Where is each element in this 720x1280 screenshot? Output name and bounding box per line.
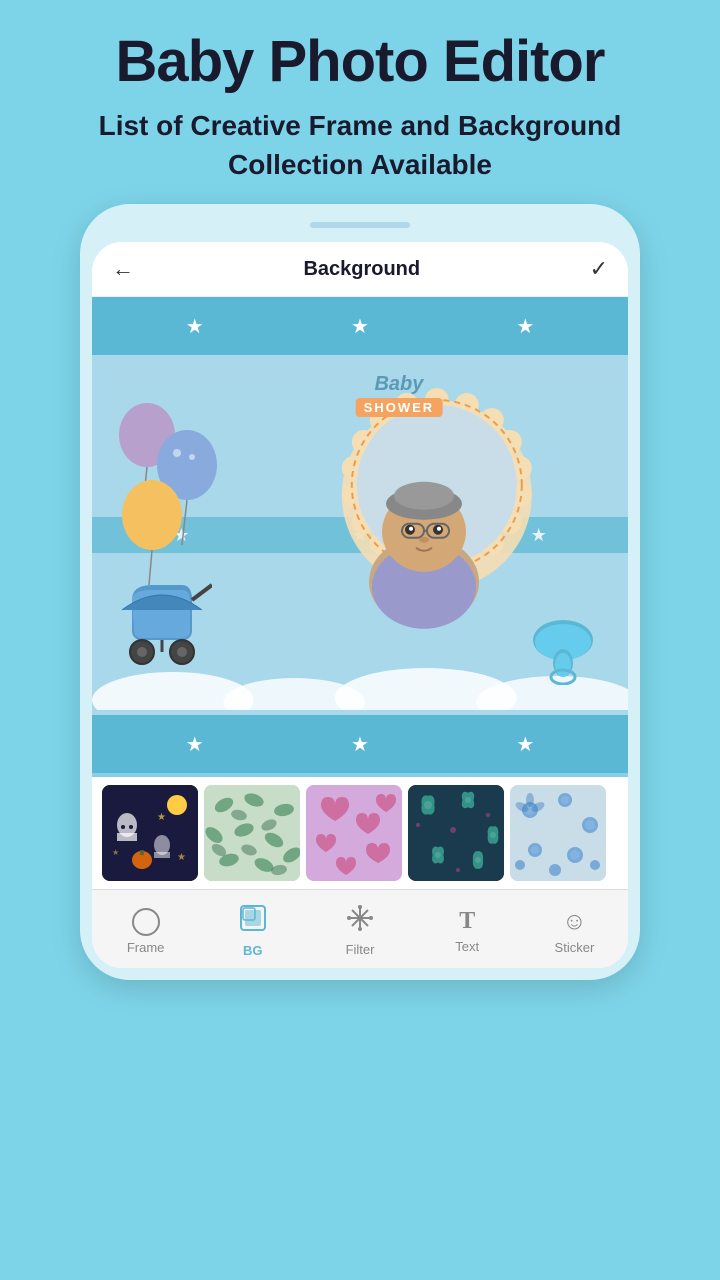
svg-text:★: ★ [157,812,166,823]
nav-item-text[interactable]: T Text [414,908,521,954]
star-icon: ★ [186,314,204,339]
bottom-stripe: ★ ★ ★ [92,715,628,773]
app-bar: ← Background ✓ [92,242,628,297]
background-thumbnail-1[interactable]: ★ ★ ★ [102,785,198,881]
baby-photo [344,452,504,637]
star-icon: ★ [516,732,534,757]
thumbnail-bar: ★ ★ ★ [92,777,628,889]
star-icon: ★ [186,732,204,757]
star-icon: ★ [516,314,534,339]
filter-label: Filter [346,942,375,957]
phone-screen: ← Background ✓ ★ ★ ★ [92,242,628,968]
thumb2-svg [204,785,300,881]
background-thumbnail-3[interactable] [306,785,402,881]
thumb1-svg: ★ ★ ★ [102,785,198,881]
app-subtitle: List of Creative Frame and Background Co… [40,106,680,184]
text-icon: T [459,908,475,935]
nav-item-filter[interactable]: Filter [306,905,413,957]
filter-icon [347,905,373,938]
bottom-nav: Frame BG [92,889,628,968]
back-button[interactable]: ← [112,256,134,282]
nav-item-sticker[interactable]: ☺ Sticker [521,908,628,955]
frame-label: Frame [127,940,165,955]
background-thumbnail-5[interactable] [510,785,606,881]
thumb5-svg [510,785,606,881]
baby-illustration [344,452,504,632]
stroller-icon [112,580,212,675]
pacifier-icon [528,605,598,690]
sticker-label: Sticker [555,940,595,955]
nav-item-frame[interactable]: Frame [92,908,199,955]
balloons-left [107,385,227,590]
pacifier-svg [528,605,598,685]
app-title: Baby Photo Editor [40,30,680,94]
thumb4-svg [408,785,504,881]
top-stripe: ★ ★ ★ [92,297,628,355]
baby-text: Baby [356,373,443,396]
star-icon: ★ [351,314,369,339]
check-button[interactable]: ✓ [590,256,608,282]
balloons-svg [107,385,227,585]
bg-icon [239,904,267,939]
svg-text:★: ★ [112,848,119,857]
star-icon: ★ [351,732,369,757]
canvas-area: ★ ★ ★ [92,297,628,777]
canvas-main[interactable]: Baby SHOWER [92,355,628,715]
baby-shower-text: Baby SHOWER [356,373,443,417]
header-section: Baby Photo Editor List of Creative Frame… [0,0,720,204]
text-label: Text [455,939,479,954]
phone-notch [310,222,410,228]
sticker-icon: ☺ [562,908,587,936]
phone-mockup: ← Background ✓ ★ ★ ★ [80,204,640,980]
app-bar-title: Background [303,258,420,281]
stroller-svg [112,580,212,670]
shower-text: SHOWER [356,398,443,417]
thumb3-svg [306,785,402,881]
svg-text:★: ★ [177,852,186,863]
bg-svg-icon [239,904,267,932]
filter-svg-icon [347,905,373,931]
bg-label: BG [243,943,263,958]
nav-item-bg[interactable]: BG [199,904,306,958]
background-thumbnail-2[interactable] [204,785,300,881]
background-thumbnail-4[interactable] [408,785,504,881]
frame-icon [132,908,160,936]
